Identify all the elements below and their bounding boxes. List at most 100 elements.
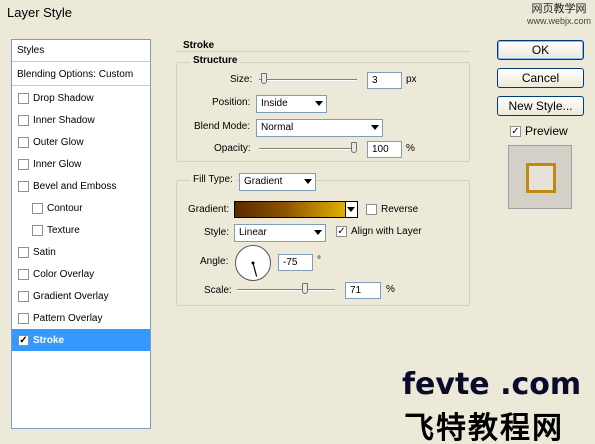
chevron-down-icon bbox=[315, 101, 323, 106]
scale-unit: % bbox=[386, 284, 395, 295]
reverse-checkbox-box[interactable] bbox=[366, 204, 377, 215]
style-item-label: Satin bbox=[33, 246, 56, 258]
style-item-label: Stroke bbox=[33, 334, 65, 346]
preview-stroke-square bbox=[526, 163, 556, 193]
blend-mode-select[interactable]: Normal bbox=[256, 119, 383, 137]
style-item-texture[interactable]: Texture bbox=[12, 219, 150, 241]
style-label: Style: bbox=[204, 227, 230, 238]
stroke-divider bbox=[176, 51, 470, 52]
style-item-stroke[interactable]: Stroke bbox=[12, 329, 150, 351]
style-item-checkbox[interactable] bbox=[18, 290, 29, 302]
style-item-checkbox[interactable] bbox=[18, 312, 29, 324]
style-item-contour[interactable]: Contour bbox=[12, 197, 150, 219]
angle-indicator-icon bbox=[251, 261, 258, 277]
brand-latin: fevte .com bbox=[402, 367, 582, 402]
style-item-label: Color Overlay bbox=[33, 268, 95, 280]
window-titlebar: Layer Style 网页教学网 www.webjx.com bbox=[0, 0, 595, 28]
chevron-down-icon bbox=[304, 179, 312, 184]
opacity-slider-thumb[interactable] bbox=[351, 142, 357, 153]
align-checkbox-box[interactable] bbox=[336, 226, 347, 237]
style-item-checkbox[interactable] bbox=[18, 246, 29, 258]
style-item-checkbox[interactable] bbox=[18, 136, 29, 148]
align-with-layer-checkbox[interactable]: Align with Layer bbox=[336, 226, 422, 237]
preview-checkbox-box[interactable] bbox=[510, 125, 521, 137]
styles-header[interactable]: Styles bbox=[12, 40, 150, 62]
styles-header-label: Styles bbox=[17, 45, 45, 56]
position-value: Inside bbox=[261, 98, 288, 109]
gradient-preview-bar[interactable] bbox=[234, 201, 358, 218]
gradient-style-select[interactable]: Linear bbox=[234, 224, 326, 242]
fill-type-value: Gradient bbox=[244, 176, 283, 187]
opacity-unit: % bbox=[406, 143, 415, 154]
cancel-button[interactable]: Cancel bbox=[497, 68, 584, 88]
style-item-satin[interactable]: Satin bbox=[12, 241, 150, 263]
position-select[interactable]: Inside bbox=[256, 95, 327, 113]
watermark-line1: 网页教学网 bbox=[531, 3, 587, 15]
preview-thumbnail bbox=[508, 145, 572, 209]
preview-label: Preview bbox=[525, 124, 568, 138]
size-input[interactable]: 3 bbox=[367, 72, 402, 89]
style-item-label: Inner Glow bbox=[33, 158, 82, 170]
style-item-checkbox[interactable] bbox=[18, 158, 29, 170]
style-item-color-overlay[interactable]: Color Overlay bbox=[12, 263, 150, 285]
size-label: Size: bbox=[230, 74, 253, 85]
align-label: Align with Layer bbox=[351, 226, 422, 237]
stroke-section-title: Stroke bbox=[183, 40, 215, 51]
style-item-bevel-and-emboss[interactable]: Bevel and Emboss bbox=[12, 175, 150, 197]
blending-options-label: Blending Options: Custom bbox=[17, 69, 134, 80]
chevron-down-icon bbox=[371, 125, 379, 130]
style-item-checkbox[interactable] bbox=[32, 202, 43, 214]
style-item-label: Drop Shadow bbox=[33, 92, 94, 104]
style-item-inner-glow[interactable]: Inner Glow bbox=[12, 153, 150, 175]
scale-label: Scale: bbox=[204, 285, 232, 296]
style-item-label: Gradient Overlay bbox=[33, 290, 109, 302]
style-item-checkbox[interactable] bbox=[18, 114, 29, 126]
style-item-outer-glow[interactable]: Outer Glow bbox=[12, 131, 150, 153]
position-label: Position: bbox=[212, 97, 251, 108]
style-item-label: Outer Glow bbox=[33, 136, 84, 148]
size-unit: px bbox=[406, 74, 417, 85]
style-item-checkbox[interactable] bbox=[18, 92, 29, 104]
blend-mode-value: Normal bbox=[261, 122, 294, 133]
chevron-down-icon bbox=[314, 230, 322, 235]
preview-checkbox[interactable]: Preview bbox=[510, 124, 568, 138]
style-item-pattern-overlay[interactable]: Pattern Overlay bbox=[12, 307, 150, 329]
angle-dial[interactable] bbox=[235, 245, 271, 281]
gradient-label: Gradient: bbox=[188, 204, 230, 215]
watermark-top: 网页教学网 www.webjx.com bbox=[527, 3, 591, 27]
style-item-inner-shadow[interactable]: Inner Shadow bbox=[12, 109, 150, 131]
brand-cn: 飞特教程网 bbox=[404, 411, 564, 444]
style-item-checkbox[interactable] bbox=[18, 334, 29, 346]
watermark-line2: www.webjx.com bbox=[526, 16, 591, 26]
chevron-down-icon bbox=[347, 207, 355, 212]
scale-slider-track[interactable] bbox=[237, 289, 335, 291]
scale-input[interactable]: 71 bbox=[345, 282, 381, 299]
style-item-label: Bevel and Emboss bbox=[33, 180, 117, 192]
reverse-label: Reverse bbox=[381, 204, 419, 215]
window-title: Layer Style bbox=[7, 5, 73, 20]
angle-label: Angle: bbox=[200, 256, 229, 267]
fill-type-select[interactable]: Gradient bbox=[239, 173, 316, 191]
blending-options-item[interactable]: Blending Options: Custom bbox=[12, 64, 150, 86]
style-item-label: Texture bbox=[47, 224, 80, 236]
structure-legend: Structure bbox=[190, 55, 241, 66]
style-item-gradient-overlay[interactable]: Gradient Overlay bbox=[12, 285, 150, 307]
size-slider-track[interactable] bbox=[259, 79, 357, 81]
ok-button[interactable]: OK bbox=[497, 40, 584, 60]
reverse-checkbox[interactable]: Reverse bbox=[366, 204, 418, 215]
fill-type-label: Fill Type: bbox=[190, 174, 236, 185]
style-item-checkbox[interactable] bbox=[18, 180, 29, 192]
size-slider-thumb[interactable] bbox=[260, 73, 267, 84]
blend-mode-label: Blend Mode: bbox=[194, 121, 251, 132]
gradient-dropdown-button[interactable] bbox=[345, 202, 357, 217]
style-item-drop-shadow[interactable]: Drop Shadow bbox=[12, 87, 150, 109]
scale-slider-thumb[interactable] bbox=[302, 283, 309, 294]
new-style-button[interactable]: New Style... bbox=[497, 96, 584, 116]
opacity-input[interactable]: 100 bbox=[367, 141, 402, 158]
opacity-slider-track[interactable] bbox=[259, 148, 357, 150]
angle-input[interactable]: -75 bbox=[278, 254, 313, 271]
style-item-checkbox[interactable] bbox=[32, 224, 43, 236]
styles-list: Styles Blending Options: Custom Drop Sha… bbox=[11, 39, 151, 429]
style-item-checkbox[interactable] bbox=[18, 268, 29, 280]
angle-unit: ° bbox=[317, 255, 321, 266]
